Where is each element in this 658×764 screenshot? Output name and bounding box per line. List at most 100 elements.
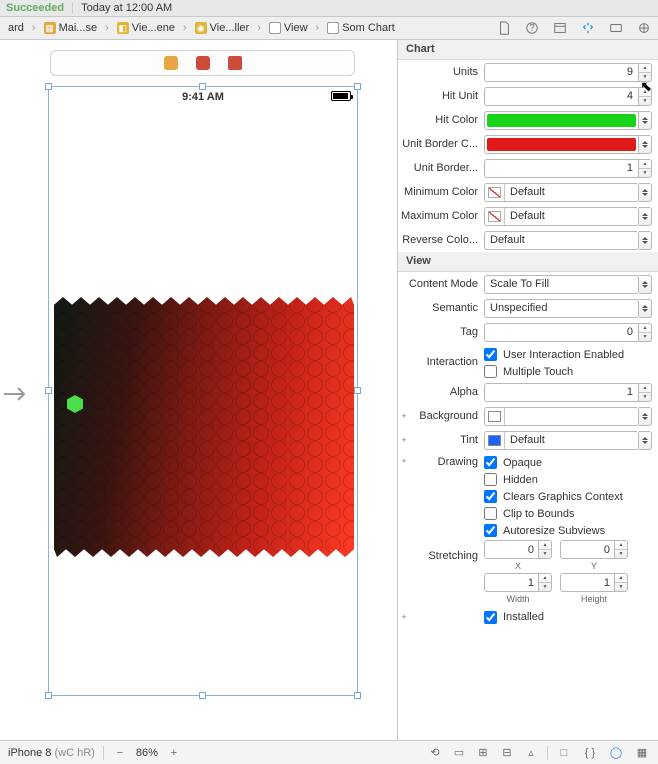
minimum-color-combo[interactable]: Default bbox=[484, 183, 639, 202]
stretch-y-stepper[interactable]: ▲▼ bbox=[615, 540, 628, 559]
units-field[interactable] bbox=[484, 63, 639, 82]
zoom-level[interactable]: 86% bbox=[136, 747, 158, 759]
opaque-checkbox[interactable]: Opaque bbox=[484, 455, 542, 470]
initial-vc-arrow-icon bbox=[4, 385, 30, 406]
clears-graphics-checkbox[interactable]: Clears Graphics Context bbox=[484, 489, 623, 504]
device-status-bar: 9:41 AM bbox=[49, 87, 357, 107]
inspector-tabs: ? bbox=[496, 20, 652, 36]
stretch-h-stepper[interactable]: ▲▼ bbox=[615, 573, 628, 592]
update-frames-icon[interactable]: ⟲ bbox=[427, 745, 443, 761]
device-selector[interactable]: iPhone 8 (wC hR) bbox=[8, 747, 95, 759]
file-template-icon[interactable]: □ bbox=[556, 745, 572, 761]
unit-border-width-stepper[interactable]: ▲▼ bbox=[639, 159, 652, 178]
crumb-back[interactable]: ard bbox=[4, 19, 28, 37]
stretch-x-field[interactable] bbox=[484, 540, 539, 559]
controller-icon: ◉ bbox=[195, 22, 207, 34]
tag-label: Tag bbox=[398, 326, 484, 338]
autoresize-subviews-checkbox[interactable]: Autoresize Subviews bbox=[484, 523, 605, 538]
scene-icon: ◧ bbox=[117, 22, 129, 34]
tint-label: Tint bbox=[410, 434, 484, 446]
background-popup[interactable] bbox=[639, 407, 652, 426]
unit-border-color-popup[interactable] bbox=[639, 135, 652, 154]
stretch-h-field[interactable] bbox=[560, 573, 615, 592]
zoom-out-icon[interactable]: − bbox=[112, 745, 128, 761]
crumb-scene[interactable]: ◧Vie...ene bbox=[113, 19, 179, 37]
tag-stepper[interactable]: ▲▼ bbox=[639, 323, 652, 342]
size-inspector-icon[interactable] bbox=[608, 20, 624, 36]
chevron-right-icon: › bbox=[30, 22, 38, 34]
svg-text:?: ? bbox=[529, 23, 534, 34]
units-stepper[interactable]: ▲▼ bbox=[639, 63, 652, 82]
help-inspector-icon[interactable]: ? bbox=[524, 20, 540, 36]
tint-popup[interactable] bbox=[639, 431, 652, 450]
blue-color-icon bbox=[485, 432, 505, 449]
align-icon[interactable]: ⊞ bbox=[475, 745, 491, 761]
chevron-right-icon: › bbox=[255, 22, 263, 34]
crumb-somchart[interactable]: Som Chart bbox=[323, 19, 399, 37]
stretch-w-stepper[interactable]: ▲▼ bbox=[539, 573, 552, 592]
tag-field[interactable] bbox=[484, 323, 639, 342]
view-icon bbox=[269, 22, 281, 34]
resize-handle-sw[interactable] bbox=[45, 692, 52, 699]
crumb-storyboard[interactable]: ▦Mai...se bbox=[40, 19, 102, 37]
object-library-icon[interactable]: ◯ bbox=[608, 745, 624, 761]
content-mode-combo[interactable]: Scale To Fill bbox=[484, 275, 639, 294]
resize-handle-se[interactable] bbox=[354, 692, 361, 699]
disclosure-plus-icon[interactable]: + bbox=[398, 435, 410, 445]
resolve-icon[interactable]: ▵ bbox=[523, 745, 539, 761]
crumb-view[interactable]: View bbox=[265, 19, 312, 37]
alpha-stepper[interactable]: ▲▼ bbox=[639, 383, 652, 402]
stretch-y-field[interactable] bbox=[560, 540, 615, 559]
sub-x-label: X bbox=[515, 561, 521, 571]
tint-combo[interactable]: Default bbox=[484, 431, 639, 450]
disclosure-plus-icon[interactable]: + bbox=[398, 612, 410, 622]
identity-inspector-icon[interactable] bbox=[552, 20, 568, 36]
embed-in-icon[interactable]: ▭ bbox=[451, 745, 467, 761]
reverse-colors-combo[interactable]: Default bbox=[484, 231, 639, 250]
stretch-x-stepper[interactable]: ▲▼ bbox=[539, 540, 552, 559]
clip-to-bounds-checkbox[interactable]: Clip to Bounds bbox=[484, 506, 575, 521]
disclosure-plus-icon[interactable]: + bbox=[398, 453, 410, 466]
selected-view-frame[interactable]: 9:41 AM bbox=[48, 86, 358, 696]
crumb-controller[interactable]: ◉Vie...ller bbox=[191, 19, 254, 37]
disclosure-plus-icon[interactable]: + bbox=[398, 411, 410, 421]
hit-unit-field[interactable] bbox=[484, 87, 639, 106]
stretch-w-field[interactable] bbox=[484, 573, 539, 592]
hidden-checkbox[interactable]: Hidden bbox=[484, 472, 538, 487]
chevron-right-icon: › bbox=[103, 22, 111, 34]
installed-checkbox[interactable]: Installed bbox=[484, 610, 544, 625]
hit-color-well[interactable] bbox=[484, 111, 639, 130]
maximum-color-popup[interactable] bbox=[639, 207, 652, 226]
chevron-right-icon: › bbox=[314, 22, 322, 34]
code-snippet-icon[interactable]: { } bbox=[582, 745, 598, 761]
chevron-right-icon: › bbox=[181, 22, 189, 34]
exit-icon[interactable] bbox=[196, 56, 210, 70]
reverse-colors-popup[interactable] bbox=[639, 231, 652, 250]
attributes-inspector-icon[interactable] bbox=[580, 20, 596, 36]
resize-handle-s[interactable] bbox=[199, 692, 206, 699]
storyboard-reference-icon[interactable] bbox=[228, 56, 242, 70]
file-inspector-icon[interactable] bbox=[496, 20, 512, 36]
unit-border-color-well[interactable] bbox=[484, 135, 639, 154]
semantic-popup[interactable] bbox=[639, 299, 652, 318]
first-responder-icon[interactable] bbox=[164, 56, 178, 70]
media-library-icon[interactable]: ▦ bbox=[634, 745, 650, 761]
connections-inspector-icon[interactable] bbox=[636, 20, 652, 36]
interface-builder-canvas[interactable]: 9:41 AM bbox=[0, 40, 398, 740]
resize-handle-e[interactable] bbox=[354, 387, 361, 394]
scene-toolbar[interactable] bbox=[50, 50, 355, 76]
minimum-color-popup[interactable] bbox=[639, 183, 652, 202]
content-mode-popup[interactable] bbox=[639, 275, 652, 294]
resize-handle-w[interactable] bbox=[45, 387, 52, 394]
zoom-in-icon[interactable]: + bbox=[166, 745, 182, 761]
pin-icon[interactable]: ⊟ bbox=[499, 745, 515, 761]
hit-unit-stepper[interactable]: ▲▼ bbox=[639, 87, 652, 106]
maximum-color-combo[interactable]: Default bbox=[484, 207, 639, 226]
background-combo[interactable] bbox=[484, 407, 639, 426]
user-interaction-checkbox[interactable]: User Interaction Enabled bbox=[484, 347, 624, 362]
semantic-combo[interactable]: Unspecified bbox=[484, 299, 639, 318]
alpha-field[interactable] bbox=[484, 383, 639, 402]
multiple-touch-checkbox[interactable]: Multiple Touch bbox=[484, 364, 573, 379]
unit-border-width-field[interactable] bbox=[484, 159, 639, 178]
hit-color-popup[interactable] bbox=[639, 111, 652, 130]
